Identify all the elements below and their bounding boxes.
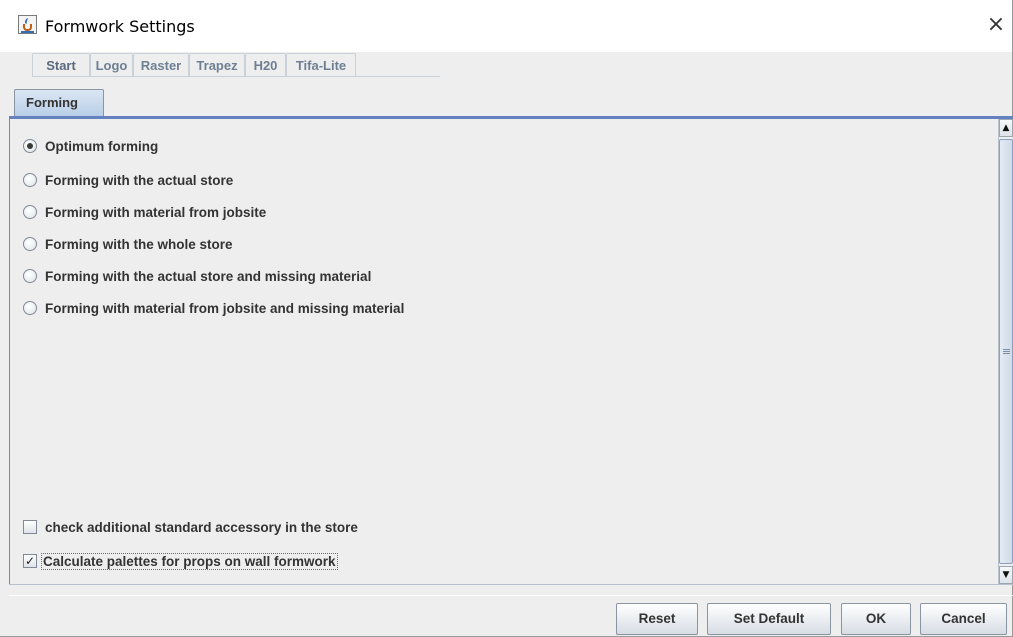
cancel-button[interactable]: Cancel	[920, 603, 1007, 635]
tab-tifa-lite[interactable]: Tifa-Lite	[286, 53, 356, 77]
radio-label: Forming with the whole store	[45, 236, 233, 252]
radio-button[interactable]	[23, 301, 37, 315]
title-bar: Formwork Settings ×	[0, 0, 1012, 52]
radio-label: Forming with the actual store and missin…	[45, 268, 372, 284]
set-default-button[interactable]: Set Default	[707, 603, 831, 635]
checkbox-calculate-palettes[interactable]: ✓ Calculate palettes for props on wall f…	[23, 551, 338, 571]
radio-button[interactable]	[23, 237, 37, 251]
button-bar-divider-highlight	[9, 595, 1013, 596]
scroll-down-arrow-icon[interactable]: ▼	[999, 566, 1013, 584]
button-bar-divider	[9, 584, 1013, 585]
scroll-thumb[interactable]	[999, 139, 1013, 564]
close-icon[interactable]: ×	[982, 12, 1010, 40]
vertical-scrollbar[interactable]: ▲ ▼	[998, 119, 1013, 584]
radio-forming-jobsite[interactable]: Forming with material from jobsite	[23, 202, 266, 222]
radio-forming-whole-store[interactable]: Forming with the whole store	[23, 234, 233, 254]
radio-label: Optimum forming	[45, 138, 159, 154]
radio-button[interactable]	[23, 269, 37, 283]
tab-strip-divider	[32, 76, 440, 77]
checkbox-label: check additional standard accessory in t…	[45, 519, 358, 535]
radio-button[interactable]	[23, 205, 37, 219]
tab-h20[interactable]: H20	[245, 53, 286, 77]
checkbox[interactable]	[23, 520, 37, 534]
subtab-forming[interactable]: Forming	[14, 89, 104, 116]
radio-label: Forming with the actual store	[45, 172, 234, 188]
radio-label: Forming with material from jobsite and m…	[45, 300, 405, 316]
checkbox-additional-accessory[interactable]: check additional standard accessory in t…	[23, 517, 358, 537]
radio-button-checked[interactable]	[23, 139, 37, 153]
tab-raster[interactable]: Raster	[133, 53, 189, 77]
scroll-up-arrow-icon[interactable]: ▲	[999, 119, 1013, 137]
ok-button[interactable]: OK	[841, 603, 911, 635]
radio-label: Forming with material from jobsite	[45, 204, 267, 220]
reset-button[interactable]: Reset	[616, 603, 698, 635]
radio-forming-actual-store[interactable]: Forming with the actual store	[23, 170, 233, 190]
radio-forming-jobsite-missing[interactable]: Forming with material from jobsite and m…	[23, 298, 404, 318]
checkbox-label-wrap: Calculate palettes for props on wall for…	[41, 552, 338, 570]
window-title: Formwork Settings	[45, 17, 195, 36]
checkbox-checked[interactable]: ✓	[23, 554, 37, 568]
grip-icon	[1003, 349, 1010, 354]
checkbox-label: Calculate palettes for props on wall for…	[41, 552, 338, 570]
radio-button[interactable]	[23, 173, 37, 187]
tab-logo[interactable]: Logo	[90, 53, 133, 77]
tab-trapez[interactable]: Trapez	[189, 53, 245, 77]
radio-forming-actual-store-missing[interactable]: Forming with the actual store and missin…	[23, 266, 371, 286]
tab-start[interactable]: Start	[32, 53, 90, 77]
radio-optimum-forming[interactable]: Optimum forming	[23, 136, 158, 156]
formwork-settings-dialog: Formwork Settings × Start Logo Raster Tr…	[0, 0, 1013, 637]
java-cup-icon	[18, 15, 37, 34]
